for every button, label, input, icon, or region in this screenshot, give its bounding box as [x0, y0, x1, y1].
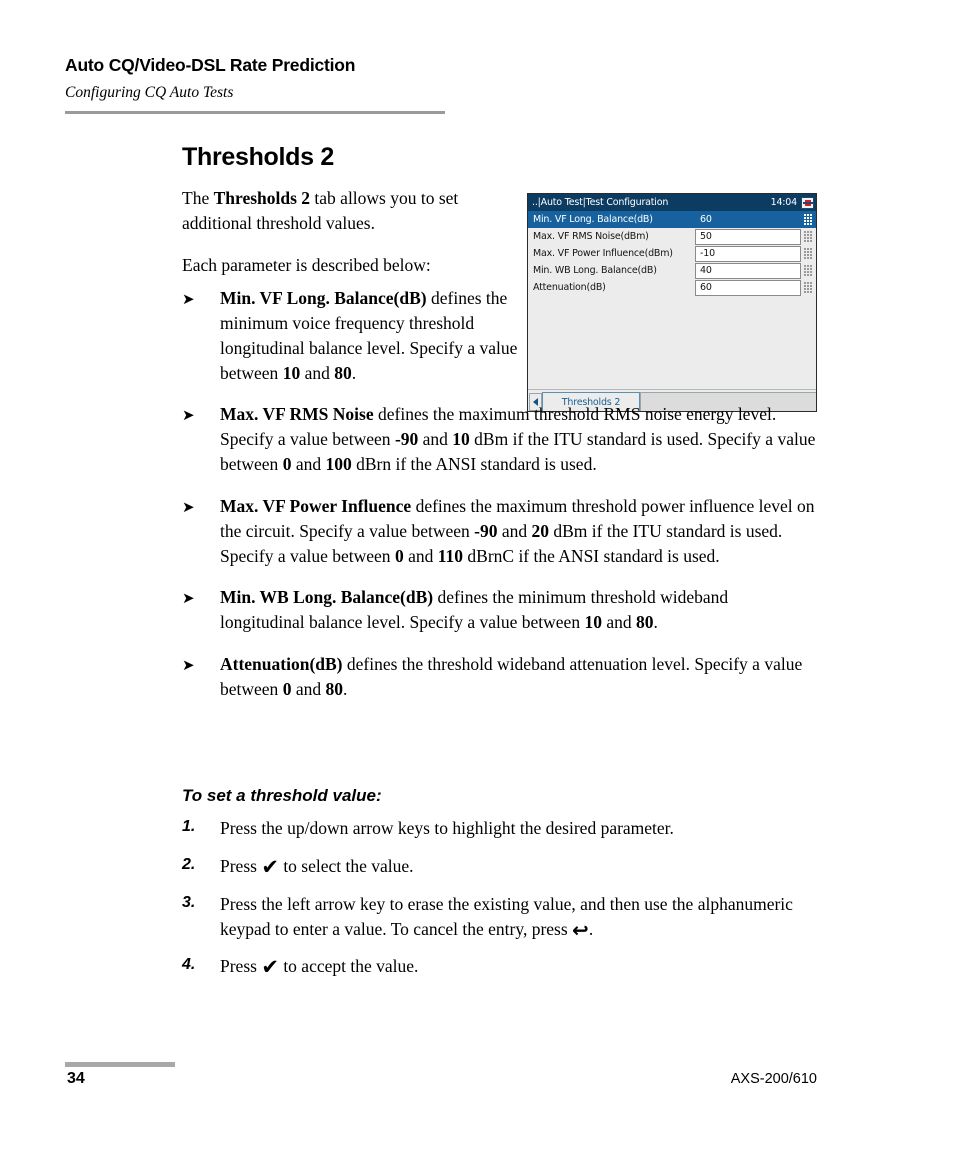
- step-number: 2.: [182, 855, 196, 873]
- spinner-grip-icon[interactable]: [804, 214, 813, 225]
- parameter-description-list: ➤ Min. VF Long. Balance(dB) defines the …: [182, 286, 817, 719]
- product-model: AXS-200/610: [730, 1071, 817, 1087]
- spinner-grip-icon[interactable]: [804, 231, 813, 242]
- running-head-title: Auto CQ/Video-DSL Rate Prediction: [65, 55, 356, 75]
- page-title: Thresholds 2: [182, 143, 334, 171]
- parameter-value[interactable]: 40: [695, 262, 801, 279]
- intro-paragraph-2: Each parameter is described below:: [182, 254, 431, 275]
- parameter-term: Attenuation(dB): [220, 654, 343, 675]
- bullet-arrow-icon: ➤: [182, 589, 195, 608]
- running-head: Auto CQ/Video-DSL Rate Prediction Config…: [65, 55, 445, 114]
- parameter-term: Min. WB Long. Balance(dB): [220, 587, 434, 608]
- parameter-value[interactable]: 60: [695, 212, 801, 228]
- device-parameter-list: Min. VF Long. Balance(dB) 60 Max. VF RMS…: [528, 211, 816, 296]
- page-number: 34: [67, 1070, 85, 1087]
- bullet-arrow-icon: ➤: [182, 406, 195, 425]
- parameter-term: Max. VF RMS Noise: [220, 404, 374, 425]
- list-item: ➤ Min. VF Long. Balance(dB) defines the …: [182, 288, 518, 383]
- bullet-arrow-icon: ➤: [182, 656, 195, 675]
- device-title-bar: ..|Auto Test|Test Configuration 14:04: [528, 194, 816, 211]
- table-row[interactable]: Min. WB Long. Balance(dB) 40: [528, 262, 816, 279]
- parameter-value[interactable]: -10: [695, 245, 801, 262]
- intro-text: The Thresholds 2 tab allows you to set a…: [182, 186, 512, 295]
- step-number: 1.: [182, 818, 196, 835]
- list-item: 4. Press ✔ to accept the value.: [182, 955, 419, 980]
- bullet-arrow-icon: ➤: [182, 497, 195, 516]
- spinner-grip-icon[interactable]: [804, 248, 813, 259]
- list-item: 1. Press the up/down arrow keys to highl…: [182, 818, 674, 838]
- parameter-value[interactable]: 50: [695, 228, 801, 245]
- header-divider: [65, 111, 445, 114]
- list-item: ➤ Max. VF RMS Noise defines the maximum …: [182, 404, 816, 475]
- parameter-label: Max. VF RMS Noise(dBm): [533, 231, 649, 242]
- bullet-arrow-icon: ➤: [182, 290, 195, 308]
- table-row[interactable]: Max. VF RMS Noise(dBm) 50: [528, 228, 816, 245]
- list-item: 3. Press the left arrow key to erase the…: [182, 893, 793, 942]
- table-row[interactable]: Max. VF Power Influence(dBm) -10: [528, 245, 816, 262]
- list-item: ➤ Max. VF Power Influence defines the ma…: [182, 495, 815, 566]
- device-breadcrumb: ..|Auto Test|Test Configuration: [532, 197, 669, 208]
- procedure-heading: To set a threshold value:: [182, 786, 382, 805]
- procedure-steps: 1. Press the up/down arrow keys to highl…: [182, 816, 822, 992]
- parameter-term: Min. VF Long. Balance(dB): [220, 288, 427, 308]
- parameter-label: Min. WB Long. Balance(dB): [533, 265, 657, 276]
- parameter-label: Min. VF Long. Balance(dB): [533, 214, 653, 225]
- list-item: ➤ Attenuation(dB) defines the threshold …: [182, 654, 803, 699]
- step-number: 3.: [182, 893, 196, 911]
- footer-divider: [65, 1062, 175, 1067]
- checkmark-icon: ✔: [261, 854, 279, 879]
- list-item: 2. Press ✔ to select the value.: [182, 854, 414, 879]
- intro-paragraph-1: The Thresholds 2 tab allows you to set a…: [182, 188, 459, 233]
- parameter-term: Max. VF Power Influence: [220, 495, 412, 516]
- table-row[interactable]: Min. VF Long. Balance(dB) 60: [528, 211, 816, 228]
- spinner-grip-icon[interactable]: [804, 265, 813, 276]
- battery-icon: [801, 196, 814, 209]
- back-arrow-icon: ↩: [572, 917, 589, 942]
- device-clock: 14:04: [770, 197, 798, 208]
- checkmark-icon: ✔: [261, 955, 279, 980]
- step-number: 4.: [182, 956, 196, 974]
- list-item: ➤ Min. WB Long. Balance(dB) defines the …: [182, 587, 729, 633]
- running-head-subtitle: Configuring CQ Auto Tests: [65, 84, 234, 101]
- parameter-label: Max. VF Power Influence(dBm): [533, 248, 673, 259]
